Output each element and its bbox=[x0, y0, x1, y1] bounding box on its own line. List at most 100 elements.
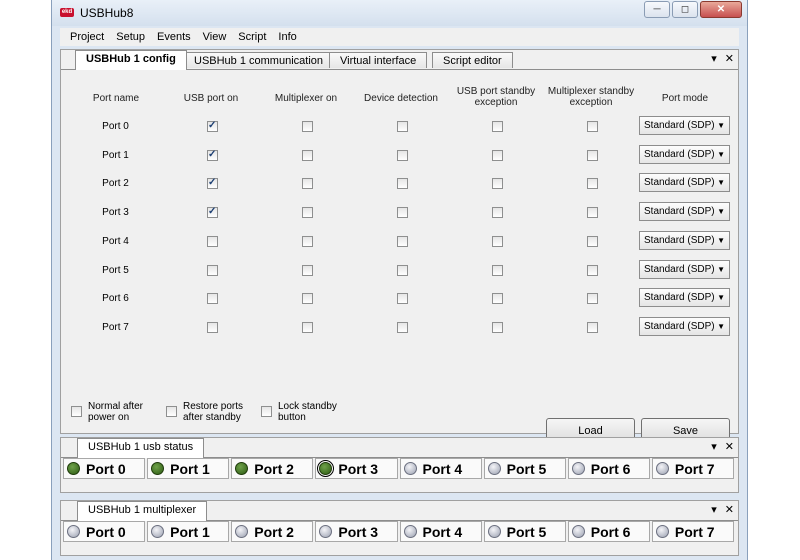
config-tabstrip: USBHub 1 config USBHub 1 communication V… bbox=[61, 50, 738, 70]
multiplexer-on-checkbox[interactable] bbox=[302, 121, 313, 132]
device-detection-checkbox[interactable] bbox=[397, 178, 408, 190]
usb-status-port-cell[interactable]: Port 7 bbox=[651, 458, 734, 479]
multiplexer-on-checkbox[interactable] bbox=[302, 178, 313, 190]
tab-multiplexer[interactable]: USBHub 1 multiplexer bbox=[77, 501, 208, 521]
mux-standby-exception-checkbox[interactable] bbox=[587, 235, 598, 247]
multiplexer-port-cell[interactable]: Port 3 bbox=[315, 521, 398, 542]
usb-standby-exception-checkbox[interactable] bbox=[492, 264, 503, 276]
mux-standby-exception-checkbox[interactable] bbox=[587, 264, 598, 276]
port-mode-select[interactable]: Standard (SDP) ▼ bbox=[639, 116, 730, 135]
mux-standby-exception-checkbox[interactable] bbox=[587, 293, 598, 305]
panel-menu-icon[interactable]: ▾ bbox=[711, 52, 717, 65]
close-window-button[interactable]: ✕ bbox=[700, 1, 742, 18]
multiplexer-port-cell[interactable]: Port 5 bbox=[483, 521, 566, 542]
mux-standby-exception-checkbox[interactable] bbox=[587, 121, 598, 132]
port-mode-select[interactable]: Standard (SDP) ▼ bbox=[639, 230, 730, 250]
usb-status-port-cell[interactable]: Port 1 bbox=[147, 458, 230, 479]
port-mode-select[interactable]: Standard (SDP) ▼ bbox=[639, 316, 730, 336]
multiplexer-on-checkbox[interactable] bbox=[302, 235, 313, 247]
menu-events[interactable]: Events bbox=[151, 31, 197, 43]
multiplexer-on-checkbox[interactable] bbox=[302, 149, 313, 161]
usb-standby-exception-checkbox[interactable] bbox=[492, 149, 503, 161]
multiplexer-port-label: Port 2 bbox=[254, 523, 294, 540]
tab-communication[interactable]: USBHub 1 communication bbox=[183, 52, 335, 68]
multiplexer-port-cell[interactable]: Port 7 bbox=[651, 521, 734, 542]
option-lock-standby[interactable]: Lock standby button bbox=[261, 401, 340, 423]
usb-status-port-cell[interactable]: Port 5 bbox=[483, 458, 566, 479]
maximize-button[interactable]: ◻ bbox=[672, 1, 698, 18]
port-mode-select[interactable]: Standard (SDP) ▼ bbox=[639, 259, 730, 279]
mux-standby-exception-checkbox[interactable] bbox=[587, 149, 598, 161]
panel-close-icon[interactable]: ✕ bbox=[725, 503, 734, 516]
multiplexer-row: Port 0 Port 1 Port 2 Port 3 Port 4 Port 5 Port… bbox=[63, 521, 736, 543]
lock-standby-checkbox[interactable] bbox=[261, 406, 272, 417]
usb-port-on-checkbox[interactable] bbox=[207, 264, 218, 276]
usb-status-port-label: Port 0 bbox=[86, 460, 126, 477]
port-name-label: Port 3 bbox=[102, 207, 129, 219]
usb-standby-exception-checkbox[interactable] bbox=[492, 121, 503, 132]
config-panel-controls: ▾ ✕ bbox=[711, 52, 734, 65]
multiplexer-port-cell[interactable]: Port 1 bbox=[147, 521, 230, 542]
tab-virtual-interface[interactable]: Virtual interface bbox=[329, 52, 428, 68]
usb-standby-exception-checkbox[interactable] bbox=[492, 321, 503, 333]
device-detection-checkbox[interactable] bbox=[397, 121, 408, 132]
usb-port-on-checkbox[interactable] bbox=[207, 149, 218, 161]
device-detection-checkbox[interactable] bbox=[397, 235, 408, 247]
multiplexer-port-cell[interactable]: Port 6 bbox=[567, 521, 650, 542]
device-detection-checkbox[interactable] bbox=[397, 264, 408, 276]
usb-status-port-cell[interactable]: Port 6 bbox=[567, 458, 650, 479]
usb-standby-exception-checkbox[interactable] bbox=[492, 235, 503, 247]
menu-script[interactable]: Script bbox=[232, 31, 272, 43]
option-restore-ports[interactable]: Restore ports after standby bbox=[166, 401, 245, 423]
multiplexer-on-checkbox[interactable] bbox=[302, 207, 313, 219]
panel-close-icon[interactable]: ✕ bbox=[725, 440, 734, 453]
mux-standby-exception-checkbox[interactable] bbox=[587, 321, 598, 333]
usb-port-on-checkbox[interactable] bbox=[207, 177, 218, 190]
usb-standby-exception-checkbox[interactable] bbox=[492, 178, 503, 190]
port-mode-select[interactable]: Standard (SDP) ▼ bbox=[639, 173, 730, 193]
menu-view[interactable]: View bbox=[197, 31, 233, 43]
multiplexer-on-checkbox[interactable] bbox=[302, 321, 313, 333]
mux-standby-exception-checkbox[interactable] bbox=[587, 178, 598, 190]
minimize-button[interactable]: ─ bbox=[644, 1, 670, 18]
usb-port-on-checkbox[interactable] bbox=[207, 235, 218, 247]
menu-project[interactable]: Project bbox=[64, 31, 110, 43]
restore-ports-checkbox[interactable] bbox=[166, 406, 177, 417]
menu-setup[interactable]: Setup bbox=[110, 31, 151, 43]
multiplexer-on-checkbox[interactable] bbox=[302, 264, 313, 276]
multiplexer-port-cell[interactable]: Port 0 bbox=[63, 521, 146, 542]
port-name-label: Port 4 bbox=[102, 235, 129, 247]
usb-status-port-label: Port 5 bbox=[506, 460, 547, 477]
usb-port-on-checkbox[interactable] bbox=[207, 321, 218, 333]
multiplexer-port-cell[interactable]: Port 2 bbox=[231, 521, 314, 542]
port-mode-select[interactable]: Standard (SDP) ▼ bbox=[639, 202, 730, 222]
port-mode-select[interactable]: Standard (SDP) ▼ bbox=[639, 144, 730, 164]
device-detection-checkbox[interactable] bbox=[397, 293, 408, 305]
tab-usb-status[interactable]: USBHub 1 usb status bbox=[77, 438, 205, 458]
usb-status-port-cell[interactable]: Port 0 bbox=[63, 458, 146, 479]
device-detection-checkbox[interactable] bbox=[397, 149, 408, 161]
menu-info[interactable]: Info bbox=[272, 31, 302, 43]
panel-menu-icon[interactable]: ▾ bbox=[711, 503, 717, 516]
port-mode-select[interactable]: Standard (SDP) ▼ bbox=[639, 288, 730, 308]
usb-standby-exception-checkbox[interactable] bbox=[492, 293, 503, 305]
usb-status-port-cell[interactable]: Port 2 bbox=[231, 458, 314, 479]
multiplexer-port-cell[interactable]: Port 4 bbox=[399, 521, 482, 542]
usb-port-on-checkbox[interactable] bbox=[207, 293, 218, 305]
panel-menu-icon[interactable]: ▾ bbox=[711, 440, 717, 453]
usb-status-port-cell[interactable]: Port 4 bbox=[399, 458, 482, 479]
tab-script-editor[interactable]: Script editor bbox=[432, 52, 513, 68]
usb-standby-exception-checkbox[interactable] bbox=[492, 207, 503, 219]
panel-close-icon[interactable]: ✕ bbox=[725, 52, 734, 65]
multiplexer-on-checkbox[interactable] bbox=[302, 293, 313, 305]
device-detection-checkbox[interactable] bbox=[397, 321, 408, 333]
normal-after-power-on-checkbox[interactable] bbox=[71, 406, 82, 417]
usb-port-on-checkbox[interactable] bbox=[207, 206, 218, 219]
usb-port-on-checkbox[interactable] bbox=[207, 120, 218, 132]
tab-config[interactable]: USBHub 1 config bbox=[75, 50, 187, 70]
mux-standby-exception-checkbox[interactable] bbox=[587, 207, 598, 219]
device-detection-checkbox[interactable] bbox=[397, 207, 408, 219]
option-normal-after-power-on[interactable]: Normal after power on bbox=[71, 401, 148, 423]
usb-status-port-cell[interactable]: Port 3 bbox=[315, 458, 398, 479]
multiplexer-port-label: Port 5 bbox=[506, 523, 547, 540]
